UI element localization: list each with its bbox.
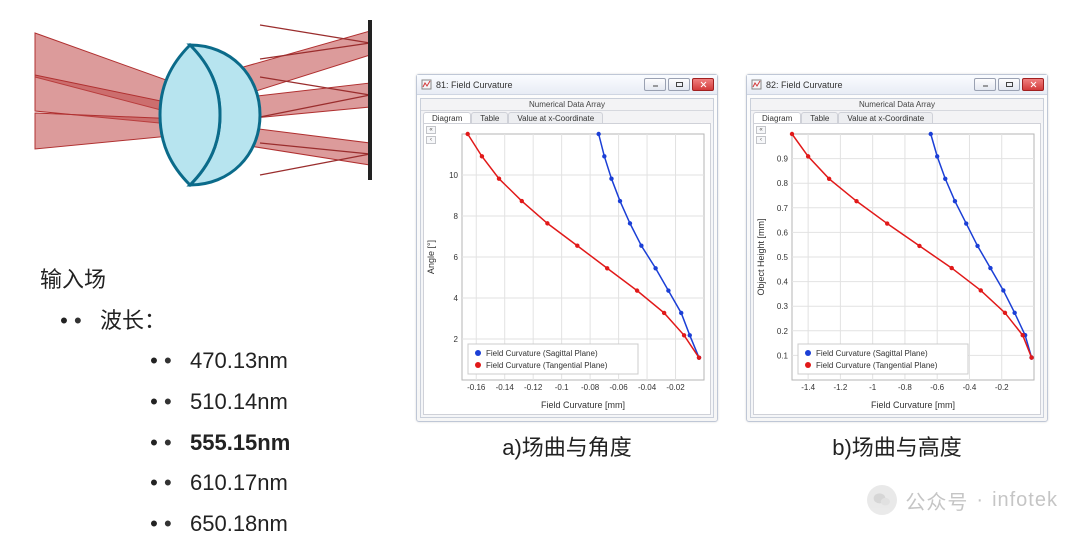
svg-text:-0.4: -0.4 [963, 383, 977, 392]
wavelength-item: 610.17nm [164, 463, 400, 504]
close-button[interactable] [692, 78, 714, 91]
chart-window-a: 81: Field Curvature Numerical Data Array… [416, 74, 718, 422]
svg-text:-1.2: -1.2 [834, 383, 848, 392]
close-button[interactable] [1022, 78, 1044, 91]
watermark-handle: infotek [992, 489, 1058, 512]
svg-text:Angle [°]: Angle [°] [426, 240, 436, 274]
window-buttons [974, 78, 1044, 91]
wavelength-item: 510.14nm [164, 382, 400, 423]
maximize-button[interactable] [668, 78, 690, 91]
maximize-button[interactable] [998, 78, 1020, 91]
svg-text:2: 2 [454, 335, 459, 344]
titlebar: 82: Field Curvature [747, 75, 1047, 95]
wechat-icon [867, 485, 897, 515]
svg-text:-0.04: -0.04 [638, 383, 657, 392]
window-title: 81: Field Curvature [436, 80, 644, 90]
svg-text:0.4: 0.4 [777, 278, 789, 287]
window-title: 82: Field Curvature [766, 80, 974, 90]
svg-text:Field Curvature (Tangential Pl: Field Curvature (Tangential Plane) [486, 361, 608, 370]
svg-text:-0.8: -0.8 [898, 383, 912, 392]
watermark-sep: · [976, 489, 984, 512]
nda-title: Numerical Data Array [751, 99, 1043, 111]
svg-text:-0.14: -0.14 [496, 383, 515, 392]
chart-plot-a: -0.16 -0.14 -0.12 -0.1 -0.08 -0.06 -0.04 -0.02 2… [424, 124, 714, 414]
svg-text:-0.2: -0.2 [995, 383, 1009, 392]
side-toggle[interactable]: « [426, 126, 436, 134]
svg-text:Field Curvature (Sagittal Plan: Field Curvature (Sagittal Plane) [816, 349, 928, 358]
side-toggle-buttons: « ‹ [426, 126, 436, 144]
outer-frame: Numerical Data Array Diagram Table Value… [750, 98, 1044, 418]
tabs: Diagram Table Value at x-Coordinate [421, 111, 713, 123]
outer-frame: Numerical Data Array Diagram Table Value… [420, 98, 714, 418]
svg-text:-0.1: -0.1 [555, 383, 569, 392]
svg-text:8: 8 [454, 212, 459, 221]
svg-text:-0.12: -0.12 [524, 383, 543, 392]
watermark: 公众号 · infotek [867, 485, 1058, 515]
svg-text:0.8: 0.8 [777, 179, 789, 188]
chart-b-container: 82: Field Curvature Numerical Data Array… [746, 74, 1048, 462]
side-toggle[interactable]: ‹ [756, 136, 766, 144]
chart-panels: 81: Field Curvature Numerical Data Array… [416, 74, 1048, 462]
svg-text:Field Curvature (Sagittal Plan: Field Curvature (Sagittal Plane) [486, 349, 598, 358]
svg-text:10: 10 [449, 171, 458, 180]
svg-text:-0.16: -0.16 [467, 383, 486, 392]
svg-text:0.3: 0.3 [777, 302, 789, 311]
svg-text:Field Curvature (Tangential Pl: Field Curvature (Tangential Plane) [816, 361, 938, 370]
svg-text:0.7: 0.7 [777, 204, 789, 213]
minimize-button[interactable] [644, 78, 666, 91]
left-panel: 输入场 波长： 470.13nm 510.14nm 555.15nm 610.1… [0, 10, 400, 545]
wavelength-item: 650.18nm [164, 504, 400, 545]
app-icon [750, 79, 762, 91]
side-toggle-buttons: « ‹ [756, 126, 766, 144]
wavelength-item: 555.15nm [164, 423, 400, 464]
side-toggle[interactable]: « [756, 126, 766, 134]
svg-text:0.2: 0.2 [777, 327, 789, 336]
svg-text:0.9: 0.9 [777, 155, 789, 164]
svg-text:4: 4 [454, 294, 459, 303]
lens-illustration [30, 15, 390, 215]
chart-a-container: 81: Field Curvature Numerical Data Array… [416, 74, 718, 462]
chart-window-b: 82: Field Curvature Numerical Data Array… [746, 74, 1048, 422]
svg-text:0.5: 0.5 [777, 253, 789, 262]
svg-text:-0.6: -0.6 [930, 383, 944, 392]
caption-b: b)场曲与高度 [832, 430, 962, 462]
nda-title: Numerical Data Array [421, 99, 713, 111]
chart-plot-b: -1.4 -1.2 -1 -0.8 -0.6 -0.4 -0.2 0.1 0.2 0.3 0.4 0.… [754, 124, 1044, 414]
svg-text:Field Curvature [mm]: Field Curvature [mm] [871, 400, 955, 410]
plot-area: « ‹ -0.16-0.14-0.12-0.1-0.08-0.06-0.04-0… [423, 123, 711, 415]
svg-text:0.6: 0.6 [777, 228, 789, 237]
caption-a: a)场曲与角度 [502, 430, 632, 462]
svg-text:6: 6 [454, 253, 459, 262]
svg-text:-0.02: -0.02 [666, 383, 685, 392]
titlebar: 81: Field Curvature [417, 75, 717, 95]
svg-text:Object Height [mm]: Object Height [mm] [756, 218, 766, 295]
wavelength-label: 波长： 470.13nm 510.14nm 555.15nm 610.17nm … [74, 301, 400, 545]
svg-text:-0.08: -0.08 [581, 383, 600, 392]
input-field-block: 输入场 波长： 470.13nm 510.14nm 555.15nm 610.1… [0, 260, 400, 545]
app-icon [420, 79, 432, 91]
side-toggle[interactable]: ‹ [426, 136, 436, 144]
input-field-title: 输入场 [40, 260, 400, 301]
svg-text:-1.4: -1.4 [801, 383, 815, 392]
tabs: Diagram Table Value at x-Coordinate [751, 111, 1043, 123]
svg-text:0.1: 0.1 [777, 351, 789, 360]
svg-text:-1: -1 [869, 383, 877, 392]
plot-area: « ‹ -1.4 -1.2 -1 -0.8 -0.6 -0.4 -0.2 0.1 0.2 0.3 0… [753, 123, 1041, 415]
svg-text:Field Curvature [mm]: Field Curvature [mm] [541, 400, 625, 410]
svg-text:-0.06: -0.06 [609, 383, 628, 392]
window-buttons [644, 78, 714, 91]
watermark-label: 公众号 [905, 486, 968, 515]
minimize-button[interactable] [974, 78, 996, 91]
wavelength-item: 470.13nm [164, 341, 400, 382]
